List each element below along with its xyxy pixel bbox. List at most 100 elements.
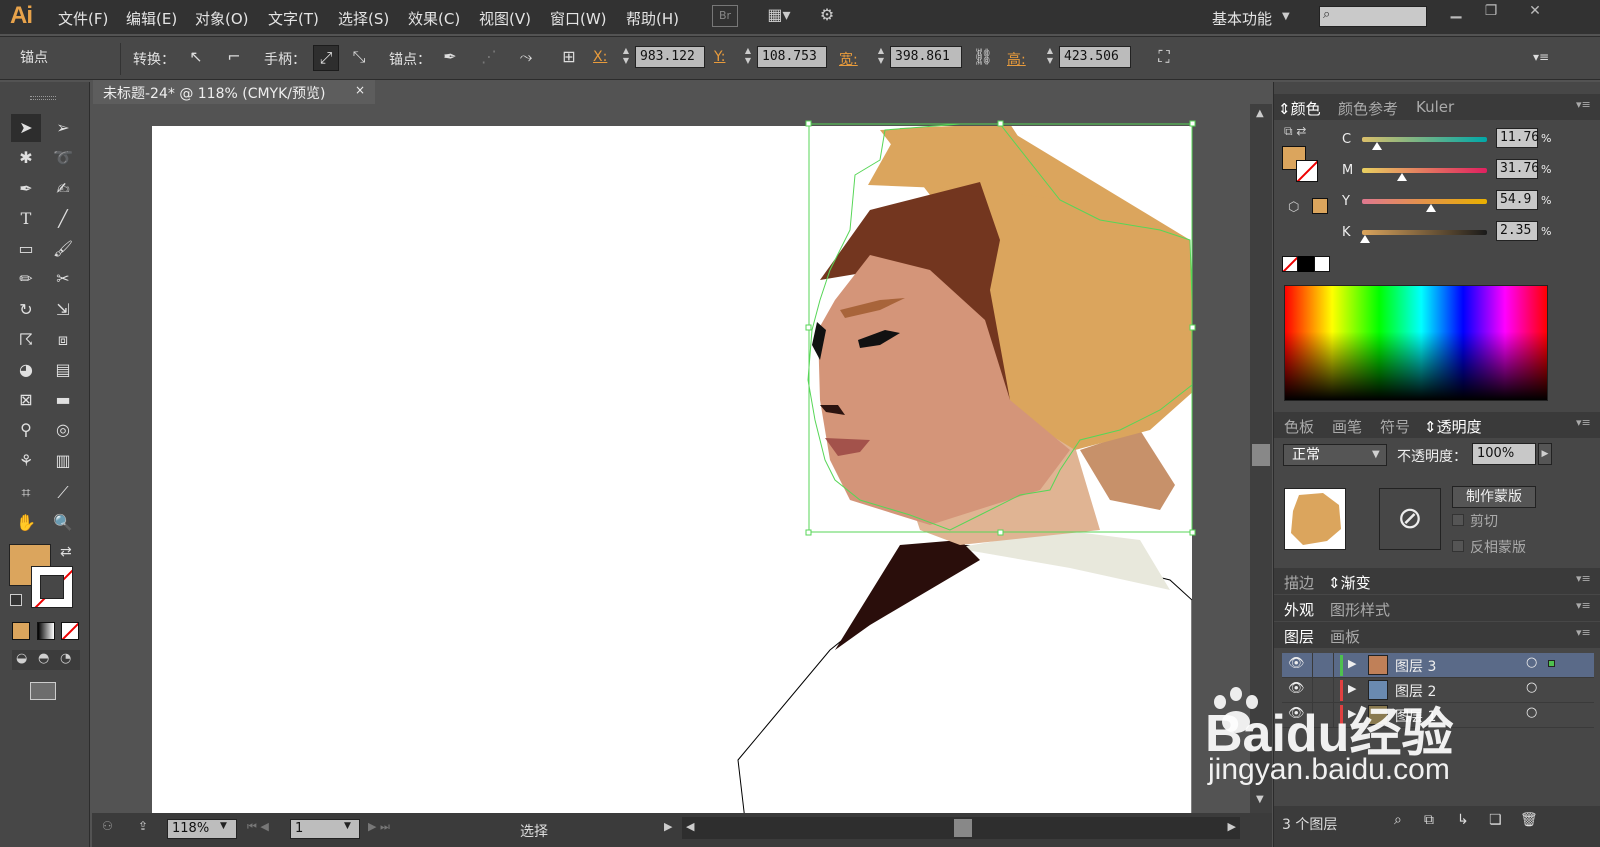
invert-mask-checkbox[interactable]	[1452, 540, 1464, 552]
layer-name[interactable]: 图层 3	[1395, 656, 1436, 676]
status-tool-name[interactable]: 选择	[520, 821, 548, 841]
tab-artboards[interactable]: 画板	[1330, 626, 1360, 647]
baidu-watermark: Baidu经验 jingyan.baidu.com	[1200, 687, 1500, 786]
target-circle-icon[interactable]: ○	[1526, 655, 1537, 670]
watermark-url: jingyan.baidu.com	[1208, 753, 1450, 786]
shirt-shape	[737, 544, 1192, 816]
channel-value-field[interactable]: 31.76	[1496, 159, 1539, 179]
no-mask-icon[interactable]: ⊘	[1379, 488, 1441, 550]
eye-icon[interactable]: 👁	[1288, 656, 1305, 671]
tab-transparency[interactable]: ⇕透明度	[1424, 416, 1482, 437]
channel-unit: %	[1541, 163, 1552, 176]
target-circle-icon[interactable]: ○	[1526, 680, 1537, 695]
selection-indicator-icon[interactable]	[1548, 660, 1555, 667]
layers-panel-tabs: 图层 画板 ▾≡	[1274, 622, 1600, 648]
channel-unit: %	[1541, 225, 1552, 238]
channel-slider-track[interactable]	[1362, 199, 1487, 204]
panel-menu-icon[interactable]: ▾≡	[1576, 599, 1591, 612]
object-thumbnail[interactable]	[1284, 488, 1346, 550]
tab-gradient[interactable]: ⇕渐变	[1328, 572, 1371, 593]
tab-kuler[interactable]: Kuler	[1416, 98, 1454, 116]
panel-menu-icon[interactable]: ▾≡	[1576, 416, 1591, 429]
status-menu-icon[interactable]: ▶	[664, 820, 672, 833]
invert-mask-label: 反相蒙版	[1470, 540, 1526, 556]
target-circle-icon[interactable]: ○	[1526, 705, 1537, 720]
scroll-left-icon[interactable]: ◀	[686, 820, 694, 833]
transparency-panel-tabs: 色板 画笔 符号 ⇕透明度 ▾≡	[1274, 412, 1600, 438]
tab-graphic-styles[interactable]: 图形样式	[1330, 599, 1390, 620]
tab-stroke[interactable]: 描边	[1284, 572, 1314, 593]
scroll-down-icon[interactable]: ▼	[1256, 794, 1264, 805]
tab-layers[interactable]: 图层	[1284, 626, 1314, 647]
panel-menu-icon[interactable]: ▾≡	[1576, 572, 1591, 585]
channel-row-k: K 2.35%	[1274, 221, 1600, 247]
lock-toggle[interactable]	[1312, 653, 1334, 677]
last-page-icon[interactable]: ▶ ⏭	[368, 820, 390, 834]
scroll-right-icon[interactable]: ▶	[1228, 820, 1236, 833]
channel-row-c: C 11.76%	[1274, 128, 1600, 154]
locate-object-icon[interactable]: ⌕	[1394, 812, 1402, 828]
layer-count: 3 个图层	[1282, 817, 1338, 833]
channel-slider-thumb[interactable]	[1371, 142, 1382, 150]
tab-symbols[interactable]: 符号	[1380, 416, 1410, 437]
opacity-field[interactable]: 100%	[1472, 443, 1536, 465]
channel-slider-track[interactable]	[1362, 168, 1487, 173]
tab-color[interactable]: ⇕颜色	[1278, 98, 1321, 119]
status-icon[interactable]: ⚇	[102, 819, 113, 833]
clip-checkbox[interactable]	[1452, 514, 1464, 526]
panel-menu-icon[interactable]: ▾≡	[1576, 626, 1591, 639]
channel-slider-thumb[interactable]	[1396, 173, 1407, 181]
delete-layer-icon[interactable]: 🗑	[1520, 812, 1538, 828]
chevron-down-icon[interactable]: ▼	[344, 821, 351, 831]
layers-footer: 3 个图层 ⌕ ⧉ ↳ ❏ 🗑	[1274, 806, 1600, 847]
channel-value-field[interactable]: 54.9	[1496, 190, 1538, 210]
layer-thumbnail	[1368, 655, 1388, 675]
object-thumbnail-image	[1291, 493, 1341, 545]
channel-label: Y	[1342, 194, 1350, 209]
new-sublayer-icon[interactable]: ↳	[1457, 812, 1469, 828]
channel-row-m: M 31.76%	[1274, 159, 1600, 185]
stroke-panel-tabs: 描边 ⇕渐变 ▾≡	[1274, 568, 1600, 594]
channel-slider-thumb[interactable]	[1359, 235, 1370, 243]
none-swatch[interactable]	[1282, 256, 1298, 272]
channel-row-y: Y 54.9%	[1274, 190, 1600, 216]
status-bar: ⚇ ⇪ 118% ▼ ⏮ ◀ 1 ▼ ▶ ⏭ 选择 ▶ ◀ ▶	[92, 813, 1272, 847]
scroll-thumb[interactable]	[1252, 444, 1270, 466]
panel-menu-icon[interactable]: ▾≡	[1576, 98, 1591, 111]
white-swatch[interactable]	[1314, 256, 1330, 272]
channel-value-field[interactable]: 2.35	[1496, 221, 1538, 241]
black-swatch[interactable]	[1298, 256, 1314, 272]
tab-color-guide[interactable]: 颜色参考	[1338, 98, 1398, 119]
color-panel-tabs: ⇕颜色 颜色参考 Kuler ▾≡	[1274, 94, 1600, 120]
appearance-panel-tabs: 外观 图形样式 ▾≡	[1274, 595, 1600, 621]
channel-unit: %	[1541, 194, 1552, 207]
chevron-down-icon[interactable]: ▼	[220, 821, 227, 831]
tab-swatches[interactable]: 色板	[1284, 416, 1314, 437]
quick-swatches	[1282, 256, 1332, 273]
scroll-up-icon[interactable]: ▲	[1256, 108, 1264, 119]
chevron-down-icon[interactable]: ▼	[1372, 449, 1380, 460]
make-mask-button[interactable]: 制作蒙版	[1452, 486, 1536, 508]
channel-unit: %	[1541, 132, 1552, 145]
color-spectrum[interactable]	[1284, 285, 1548, 401]
channel-value-field[interactable]: 11.76	[1496, 128, 1539, 148]
channel-slider-track[interactable]	[1362, 230, 1487, 235]
channel-slider-thumb[interactable]	[1425, 204, 1436, 212]
channel-label: C	[1342, 132, 1352, 147]
clipping-mask-icon[interactable]: ⧉	[1424, 812, 1434, 828]
layer-color-bar	[1340, 655, 1343, 676]
new-layer-icon[interactable]: ❏	[1489, 812, 1502, 828]
channel-label: M	[1342, 163, 1354, 178]
clip-label: 剪切	[1470, 514, 1498, 530]
tab-brushes[interactable]: 画笔	[1332, 416, 1362, 437]
horizontal-scrollbar[interactable]: ◀ ▶	[682, 817, 1240, 839]
share-icon[interactable]: ⇪	[138, 819, 148, 833]
expand-triangle-icon[interactable]: ▶	[1348, 657, 1356, 670]
channel-label: K	[1342, 225, 1351, 240]
opacity-slider-toggle[interactable]: ▶	[1538, 443, 1552, 465]
opacity-label: 不透明度：	[1397, 449, 1467, 465]
first-page-icon[interactable]: ⏮ ◀	[247, 820, 269, 834]
h-scroll-thumb[interactable]	[954, 819, 972, 837]
layer-row[interactable]: 👁 ▶ 图层 3 ○	[1282, 653, 1594, 678]
tab-appearance[interactable]: 外观	[1284, 599, 1314, 620]
